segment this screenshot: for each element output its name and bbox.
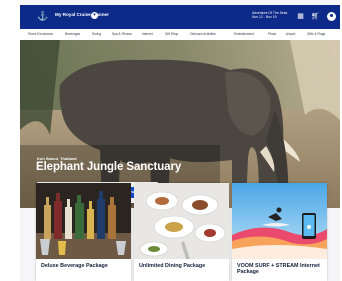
nav-item-gifts-flags[interactable]: Gifts & Flags: [307, 32, 325, 36]
top-bar: ⚓ My Royal Cruise Planner ▾ Adventure Of…: [20, 5, 340, 29]
cruise-planner-title[interactable]: My Royal Cruise Planner: [55, 12, 109, 17]
hero-title[interactable]: Elephant Jungle Sanctuary: [36, 161, 181, 173]
card-title[interactable]: Deluxe Beverage Package: [41, 263, 129, 269]
trip-dates: Nov 12 - Nov 19: [252, 15, 277, 20]
nav-item-gift-shop[interactable]: Gift Shop: [165, 32, 178, 36]
product-card-internet[interactable]: VOOM SURF + STREAM Internet Package: [232, 183, 327, 281]
surfing-image: [232, 183, 327, 259]
user-avatar-icon[interactable]: [327, 12, 336, 21]
card-title[interactable]: VOOM SURF + STREAM Internet Package: [237, 263, 325, 276]
product-card-dining[interactable]: Unlimited Dining Package: [134, 183, 229, 281]
trip-info[interactable]: Adventure Of The Seas Nov 12 - Nov 19: [252, 11, 287, 19]
dining-plates-image: [134, 183, 229, 259]
product-card-beverage[interactable]: Deluxe Beverage Package: [36, 183, 131, 281]
nav-item-airport[interactable]: Airport: [286, 32, 295, 36]
chevron-down-icon[interactable]: ▾: [91, 12, 98, 19]
card-title[interactable]: Unlimited Dining Package: [139, 263, 227, 269]
cart-icon[interactable]: 🛒︎: [311, 13, 320, 21]
beverage-bottles-image: [36, 183, 131, 259]
nav-item-beverages[interactable]: Beverages: [65, 32, 80, 36]
nav-item-photo[interactable]: Photo: [268, 32, 276, 36]
page-frame: ⚓ My Royal Cruise Planner ▾ Adventure Of…: [20, 0, 340, 281]
nav-item-internet[interactable]: Internet: [142, 32, 153, 36]
nav-item-shore-excursions[interactable]: Shore Excursions: [28, 32, 53, 36]
calendar-icon[interactable]: ▦: [296, 13, 305, 21]
nav-item-entertainment[interactable]: Entertainment: [234, 32, 254, 36]
nav-item-onboard-activities[interactable]: Onboard Activities: [190, 32, 216, 36]
nav-item-spa-fitness[interactable]: Spa & Fitness: [112, 32, 132, 36]
ship-logo-icon[interactable]: ⚓: [37, 11, 48, 21]
nav-item-dining[interactable]: Dining: [92, 32, 101, 36]
